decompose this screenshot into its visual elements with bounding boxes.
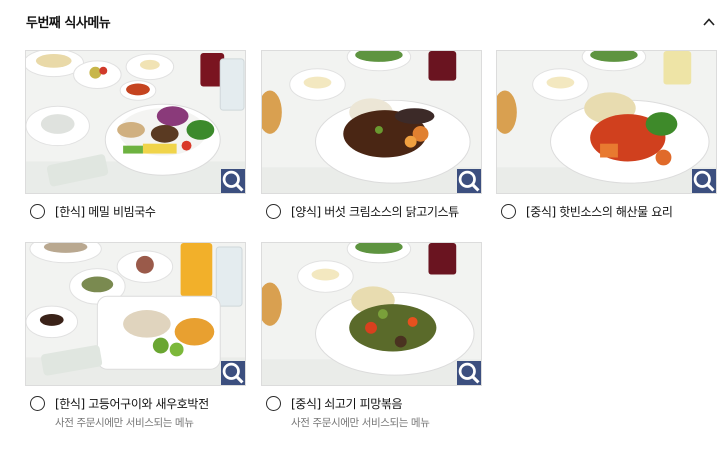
magnifier-icon	[693, 170, 715, 192]
radio-button[interactable]	[30, 396, 45, 411]
menu-option[interactable]: [양식] 버섯 크림소스의 닭고기스튜	[266, 203, 459, 220]
menu-option[interactable]: [중식] 핫빈소스의 해산물 요리	[501, 203, 673, 220]
magnifier-icon	[458, 362, 480, 384]
menu-photo	[25, 50, 246, 194]
menu-option[interactable]: [중식] 쇠고기 피망볶음	[266, 395, 403, 412]
chevron-up-icon[interactable]	[702, 14, 716, 28]
radio-button[interactable]	[266, 396, 281, 411]
menu-item-label: [양식] 버섯 크림소스의 닭고기스튜	[291, 205, 459, 219]
menu-photo	[261, 50, 482, 194]
zoom-button[interactable]	[221, 169, 245, 193]
menu-item-label: [중식] 핫빈소스의 해산물 요리	[526, 205, 673, 219]
menu-photo	[496, 50, 717, 194]
magnifier-icon	[222, 170, 244, 192]
menu-item-label: [한식] 고등어구이와 새우호박전	[55, 397, 209, 411]
radio-button[interactable]	[30, 204, 45, 219]
preorder-note: 사전 주문시에만 서비스되는 메뉴	[55, 417, 194, 429]
menu-item-label: [중식] 쇠고기 피망볶음	[291, 397, 403, 411]
radio-button[interactable]	[266, 204, 281, 219]
section-header: 두번째 식사메뉴	[26, 10, 720, 34]
magnifier-icon	[458, 170, 480, 192]
preorder-note: 사전 주문시에만 서비스되는 메뉴	[291, 417, 430, 429]
menu-photo	[261, 242, 482, 386]
menu-item-label: [한식] 메밀 비빔국수	[55, 205, 156, 219]
zoom-button[interactable]	[692, 169, 716, 193]
zoom-button[interactable]	[457, 361, 481, 385]
menu-option[interactable]: [한식] 고등어구이와 새우호박전	[30, 395, 209, 412]
menu-photo	[25, 242, 246, 386]
menu-option[interactable]: [한식] 메밀 비빔국수	[30, 203, 156, 220]
section-title: 두번째 식사메뉴	[26, 16, 111, 31]
radio-button[interactable]	[501, 204, 516, 219]
zoom-button[interactable]	[457, 169, 481, 193]
magnifier-icon	[222, 362, 244, 384]
zoom-button[interactable]	[221, 361, 245, 385]
